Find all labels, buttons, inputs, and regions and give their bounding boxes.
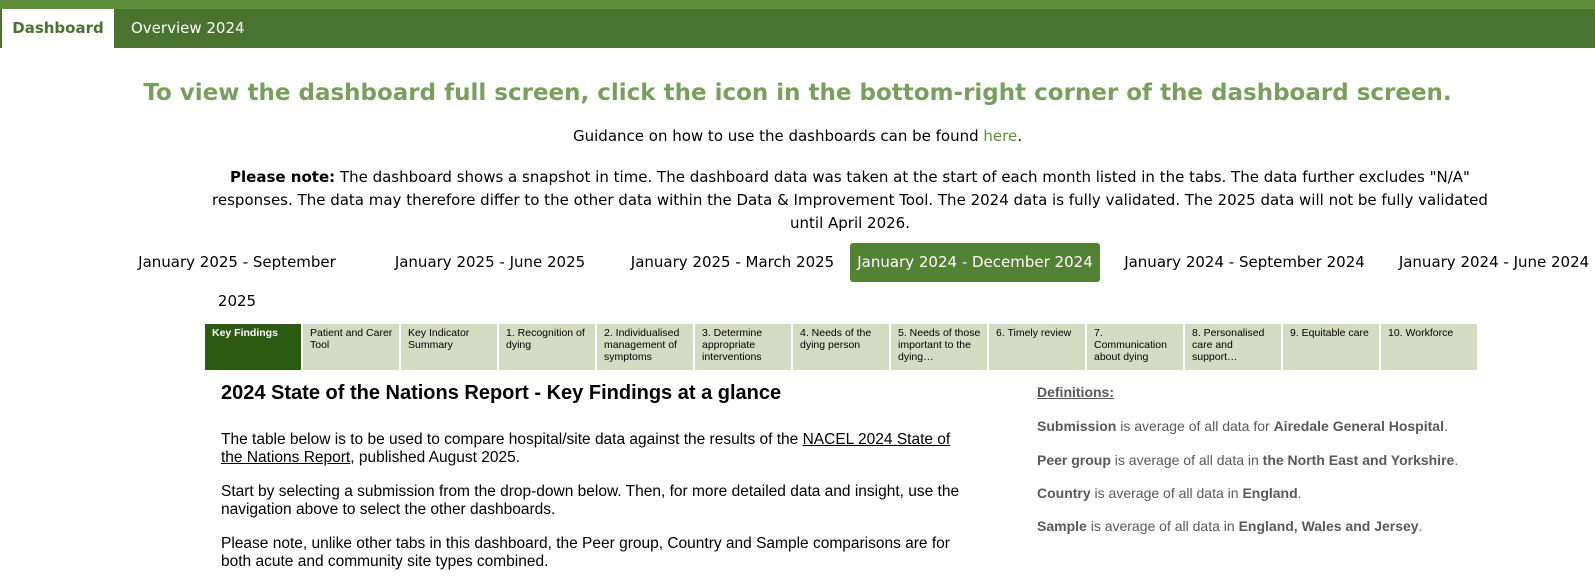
dtab-needs-important-others[interactable]: 5. Needs of those important to the dying…: [891, 324, 989, 370]
definition-text: is average of all data in: [1086, 518, 1239, 534]
definition-term: Sample: [1037, 518, 1087, 534]
note-label: Please note:: [230, 168, 336, 186]
definition-end: .: [1297, 485, 1302, 501]
definition-term: Country: [1037, 485, 1091, 501]
dtab-personalised-care[interactable]: 8. Personalised care and support…: [1185, 324, 1283, 370]
definition-term: Submission: [1037, 418, 1117, 434]
period-jan-jun-2025[interactable]: January 2025 - June 2025: [385, 243, 595, 282]
definitions-title: Definitions:: [1037, 384, 1114, 400]
please-note: Please note: The dashboard shows a snaps…: [200, 166, 1500, 235]
definition-text: is average of all data for: [1116, 418, 1274, 434]
tab-overview-2024[interactable]: Overview 2024: [131, 9, 245, 48]
dtab-determine-interventions[interactable]: 3. Determine appropriate interventions: [695, 324, 793, 370]
definition-value: England: [1242, 485, 1298, 501]
guidance-text: Guidance on how to use the dashboards ca…: [0, 127, 1595, 145]
top-accent-strip: [0, 0, 1595, 9]
key-findings-instructions: Start by selecting a submission from the…: [221, 483, 960, 518]
guidance-prefix: Guidance on how to use the dashboards ca…: [573, 127, 984, 145]
definition-term: Peer group: [1037, 452, 1111, 468]
dtab-needs-dying-person[interactable]: 4. Needs of the dying person: [793, 324, 891, 370]
definition-value: the North East and Yorkshire: [1262, 452, 1455, 468]
period-jan-jun-2024[interactable]: January 2024 - June 2024: [1394, 243, 1594, 282]
definition-value: England, Wales and Jersey: [1238, 518, 1419, 534]
dtab-key-findings[interactable]: Key Findings: [205, 324, 303, 370]
top-navigation: Dashboard Overview 2024: [0, 9, 1595, 48]
guidance-suffix: .: [1017, 127, 1022, 145]
dtab-recognition-of-dying[interactable]: 1. Recognition of dying: [499, 324, 597, 370]
period-jan-dec-2024[interactable]: January 2024 - December 2024: [850, 243, 1100, 282]
dtab-workforce[interactable]: 10. Workforce: [1381, 324, 1479, 370]
definition-end: .: [1454, 452, 1459, 468]
key-findings-title: 2024 State of the Nations Report - Key F…: [221, 382, 782, 404]
definition-end: .: [1443, 418, 1448, 434]
guidance-link[interactable]: here: [983, 127, 1017, 145]
period-jan-sep-2024[interactable]: January 2024 - September 2024: [1122, 243, 1367, 282]
dtab-equitable-care[interactable]: 9. Equitable care: [1283, 324, 1381, 370]
period-jan-mar-2025[interactable]: January 2025 - March 2025: [620, 243, 845, 282]
definition-country: Country is average of all data in Englan…: [1037, 485, 1302, 501]
intro-suffix: , published August 2025.: [350, 449, 521, 466]
definition-sample: Sample is average of all data in England…: [1037, 518, 1422, 534]
dtab-timely-review[interactable]: 6. Timely review: [989, 324, 1087, 370]
dtab-individualised-management[interactable]: 2. Individualised management of symptoms: [597, 324, 695, 370]
definition-text: is average of all data in: [1110, 452, 1263, 468]
dtab-key-indicator-summary[interactable]: Key Indicator Summary: [401, 324, 499, 370]
definition-value: Airedale General Hospital: [1273, 418, 1444, 434]
period-jan-sep-2025[interactable]: January 2025 - September 2025: [117, 243, 357, 310]
key-findings-intro: The table below is to be used to compare…: [221, 431, 961, 467]
intro-prefix: The table below is to be used to compare…: [221, 431, 803, 448]
definition-peer-group: Peer group is average of all data in the…: [1037, 452, 1458, 468]
note-text: The dashboard shows a snapshot in time. …: [212, 168, 1488, 232]
definition-text: is average of all data in: [1090, 485, 1243, 501]
definition-end: .: [1418, 518, 1423, 534]
dashboard-tabs: Key Findings Patient and Carer Tool Key …: [205, 324, 1479, 370]
tab-dashboard[interactable]: Dashboard: [2, 9, 114, 48]
dtab-communication-about-dying[interactable]: 7. Communication about dying: [1087, 324, 1185, 370]
fullscreen-instruction: To view the dashboard full screen, click…: [143, 80, 1452, 106]
key-findings-comparison-note: Please note, unlike other tabs in this d…: [221, 535, 950, 570]
dtab-patient-carer-tool[interactable]: Patient and Carer Tool: [303, 324, 401, 370]
definition-submission: Submission is average of all data for Ai…: [1037, 418, 1448, 434]
